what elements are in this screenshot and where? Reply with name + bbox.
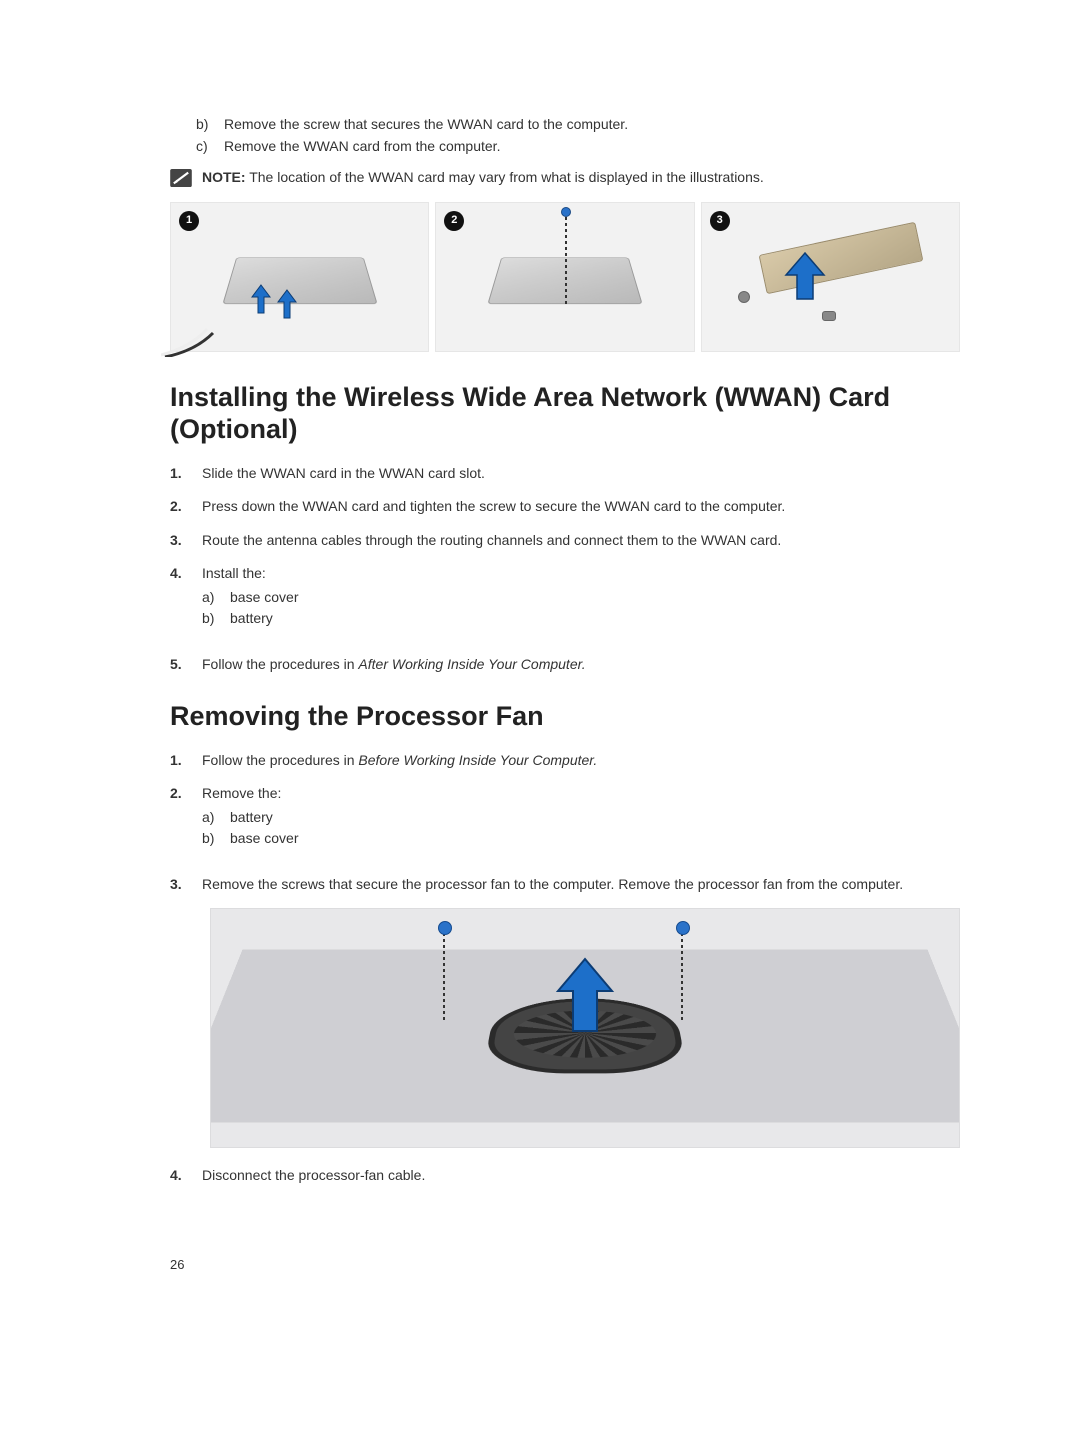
step-text: Route the antenna cables through the rou… (202, 531, 960, 551)
step-text: Install the: (202, 565, 266, 581)
install-wwan-steps: 1. Slide the WWAN card in the WWAN card … (170, 464, 960, 675)
step-number-badge: 1 (179, 211, 199, 231)
step-body: Install the: a) base cover b) battery (202, 564, 960, 641)
step-text-prefix: Follow the procedures in (202, 752, 358, 768)
antenna-wires-graphic (161, 297, 241, 357)
arrow-up-icon (276, 288, 298, 320)
wwan-removal-illustration: 1 2 3 (170, 202, 960, 352)
screw-graphic (822, 311, 836, 321)
illustration-panel-3: 3 (701, 202, 960, 352)
arrow-up-icon (550, 955, 620, 1035)
substep-marker: b) (202, 609, 220, 629)
illustration-panel-1: 1 (170, 202, 429, 352)
substep-text: battery (230, 609, 273, 629)
step-text: Disconnect the processor-fan cable. (202, 1166, 960, 1186)
step-number-badge: 3 (710, 211, 730, 231)
section-heading-install-wwan: Installing the Wireless Wide Area Networ… (170, 382, 960, 446)
note-callout: NOTE: The location of the WWAN card may … (170, 168, 960, 188)
step-number: 1. (170, 464, 188, 484)
list-item: 4. Install the: a) base cover b) battery (170, 564, 960, 641)
processor-fan-illustration (210, 908, 960, 1148)
step-number: 3. (170, 531, 188, 551)
screw-head-graphic (561, 207, 571, 217)
step-number: 2. (170, 784, 188, 861)
step-number: 4. (170, 564, 188, 641)
step-number: 3. (170, 875, 188, 895)
substep-marker: c) (196, 137, 214, 157)
note-icon (170, 169, 192, 187)
step-number-badge: 2 (444, 211, 464, 231)
arrow-up-icon (250, 283, 272, 315)
substep: b) Remove the screw that secures the WWA… (196, 115, 960, 135)
step-text: Slide the WWAN card in the WWAN card slo… (202, 464, 960, 484)
substep-marker: b) (196, 115, 214, 135)
list-item: 1. Follow the procedures in Before Worki… (170, 751, 960, 771)
substep-text: Remove the WWAN card from the computer. (224, 137, 500, 157)
substep-marker: b) (202, 829, 220, 849)
arrow-up-icon (782, 251, 828, 301)
substep-text: battery (230, 808, 273, 828)
list-item: 3. Route the antenna cables through the … (170, 531, 960, 551)
screw-path-graphic (565, 211, 567, 306)
step-number: 5. (170, 655, 188, 675)
remove-fan-steps: 1. Follow the procedures in Before Worki… (170, 751, 960, 895)
step-number: 4. (170, 1166, 188, 1186)
substep: c) Remove the WWAN card from the compute… (196, 137, 960, 157)
substep-text: base cover (230, 829, 298, 849)
step-body: Follow the procedures in After Working I… (202, 655, 960, 675)
substep-marker: a) (202, 808, 220, 828)
note-label: NOTE: (202, 169, 246, 185)
substep-marker: a) (202, 588, 220, 608)
remove-fan-steps-continued: 4. Disconnect the processor-fan cable. (170, 1166, 960, 1186)
substep-text: Remove the screw that secures the WWAN c… (224, 115, 628, 135)
screw-graphic (738, 291, 750, 303)
illustration-panel-2: 2 (435, 202, 694, 352)
step-body: Remove the: a) battery b) base cover (202, 784, 960, 861)
list-item: 4. Disconnect the processor-fan cable. (170, 1166, 960, 1186)
list-item: 2. Remove the: a) battery b) base cover (170, 784, 960, 861)
substep: b) battery (202, 609, 960, 629)
step-body: Follow the procedures in Before Working … (202, 751, 960, 771)
step-text-italic: After Working Inside Your Computer. (358, 656, 585, 672)
note-text: NOTE: The location of the WWAN card may … (202, 168, 764, 188)
list-item: 5. Follow the procedures in After Workin… (170, 655, 960, 675)
screw-path-graphic (443, 927, 445, 1023)
step-number: 2. (170, 497, 188, 517)
step-text: Remove the screws that secure the proces… (202, 875, 960, 895)
page-number: 26 (170, 1256, 960, 1274)
list-item: 1. Slide the WWAN card in the WWAN card … (170, 464, 960, 484)
substep: b) base cover (202, 829, 960, 849)
section-heading-remove-fan: Removing the Processor Fan (170, 701, 960, 733)
step-text: Press down the WWAN card and tighten the… (202, 497, 960, 517)
substep: a) base cover (202, 588, 960, 608)
step-text-prefix: Follow the procedures in (202, 656, 358, 672)
screw-path-graphic (681, 927, 683, 1023)
step-text: Remove the: (202, 785, 281, 801)
substep-text: base cover (230, 588, 298, 608)
wwan-card-graphic (222, 257, 377, 304)
list-item: 3. Remove the screws that secure the pro… (170, 875, 960, 895)
prior-substeps: b) Remove the screw that secures the WWA… (196, 115, 960, 156)
list-item: 2. Press down the WWAN card and tighten … (170, 497, 960, 517)
substeps: a) base cover b) battery (202, 588, 960, 629)
substep: a) battery (202, 808, 960, 828)
substeps: a) battery b) base cover (202, 808, 960, 849)
step-number: 1. (170, 751, 188, 771)
step-text-italic: Before Working Inside Your Computer. (358, 752, 597, 768)
note-body: The location of the WWAN card may vary f… (246, 169, 764, 185)
